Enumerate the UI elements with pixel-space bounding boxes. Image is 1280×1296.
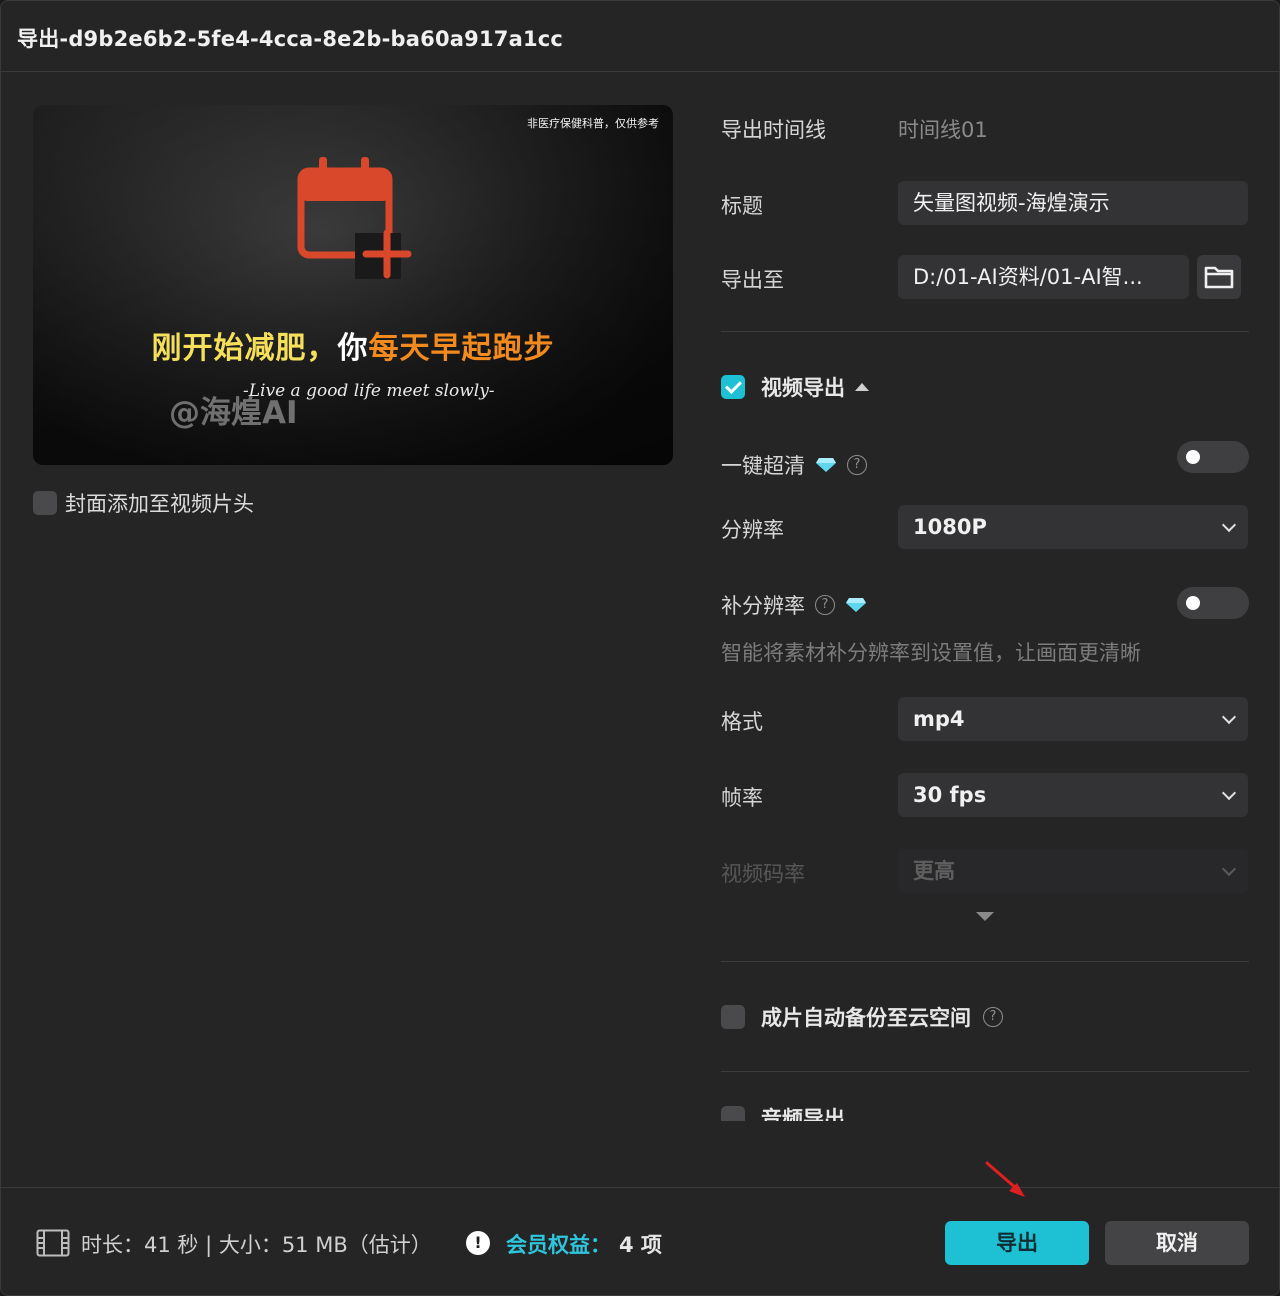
audio-export-checkbox[interactable]: [721, 1106, 745, 1121]
supplement-hint: 智能将素材补分辨率到设置值，让画面更清晰: [721, 641, 1141, 665]
bitrate-value: 更高: [913, 859, 955, 883]
timeline-label: 导出时间线: [721, 118, 826, 142]
timeline-value: 时间线01: [898, 118, 988, 142]
format-value: mp4: [913, 707, 965, 731]
cover-to-intro-option[interactable]: 封面添加至视频片头: [33, 489, 254, 517]
audio-export-label: 音频导出: [761, 1107, 845, 1121]
headline-part-3: 每天早起跑步: [368, 331, 555, 366]
hd-row: 一键超清 ?: [721, 450, 867, 480]
cancel-button[interactable]: 取消: [1105, 1221, 1249, 1265]
vip-label: 会员权益：: [506, 1233, 611, 1257]
diamond-vip-icon: [846, 598, 866, 612]
expand-more-icon[interactable]: [976, 912, 994, 921]
fps-label: 帧率: [721, 786, 763, 810]
title-input[interactable]: 矢量图视频-海煌演示: [898, 181, 1248, 225]
help-icon[interactable]: ?: [983, 1007, 1003, 1027]
folder-icon: [1204, 266, 1234, 289]
format-select[interactable]: mp4: [898, 697, 1248, 741]
video-export-section-header[interactable]: 视频导出: [721, 373, 869, 401]
export-stats: 时长：41 秒 | 大小：51 MB（估计）: [81, 1233, 432, 1257]
resolution-select[interactable]: 1080P: [898, 505, 1248, 549]
title-bar: 导出-d9b2e6b2-5fe4-4cca-8e2b-ba60a917a1cc: [1, 1, 1279, 72]
fps-select[interactable]: 30 fps: [898, 773, 1248, 817]
headline-part-1: 刚开始减肥，: [151, 331, 338, 366]
headline-part-2: 你: [337, 331, 369, 366]
dialog-title: 导出-d9b2e6b2-5fe4-4cca-8e2b-ba60a917a1cc: [17, 27, 564, 51]
export-path-field[interactable]: D:/01-AI资料/01-AI智...: [898, 255, 1189, 299]
format-label: 格式: [721, 710, 763, 734]
red-arrow-annotation: [985, 1161, 1025, 1197]
hd-toggle[interactable]: [1177, 441, 1249, 473]
calendar-add-icon: [297, 157, 412, 279]
resolution-value: 1080P: [913, 515, 987, 539]
export-dialog: 导出-d9b2e6b2-5fe4-4cca-8e2b-ba60a917a1cc …: [0, 0, 1280, 1296]
chevron-down-icon: [1221, 709, 1237, 725]
info-alert-icon[interactable]: !: [466, 1231, 490, 1255]
cloud-backup-label: 成片自动备份至云空间: [761, 1006, 971, 1030]
supplement-label: 补分辨率: [721, 594, 805, 618]
cloud-backup-row[interactable]: 成片自动备份至云空间 ?: [721, 1003, 1003, 1031]
hd-label: 一键超清: [721, 454, 805, 478]
divider: [721, 331, 1249, 332]
browse-folder-button[interactable]: [1197, 255, 1241, 299]
divider: [721, 961, 1249, 962]
preview-subline: -Live a good life meet slowly-: [243, 381, 495, 401]
cloud-backup-checkbox[interactable]: [721, 1005, 745, 1029]
help-icon[interactable]: ?: [815, 595, 835, 615]
video-export-checkbox[interactable]: [721, 375, 745, 399]
help-icon[interactable]: ?: [847, 455, 867, 475]
supplement-row: 补分辨率 ?: [721, 590, 867, 620]
divider: [721, 1071, 1249, 1072]
video-preview: 非医疗保健科普，仅供参考 刚开始减肥，你每天早起跑步 @海煌AI -Live a…: [33, 105, 673, 465]
preview-disclaimer: 非医疗保健科普，仅供参考: [527, 117, 659, 130]
bitrate-label: 视频码率: [721, 862, 805, 886]
chevron-down-icon: [1221, 785, 1237, 801]
export-to-label: 导出至: [721, 268, 784, 292]
diamond-vip-icon: [816, 458, 836, 472]
bitrate-select[interactable]: 更高: [898, 849, 1248, 893]
preview-headline: 刚开始减肥，你每天早起跑步: [33, 323, 673, 367]
video-export-label: 视频导出: [761, 376, 845, 400]
chevron-down-icon: [1221, 517, 1237, 533]
cover-checkbox[interactable]: [33, 491, 57, 515]
title-label: 标题: [721, 194, 763, 218]
vip-benefits[interactable]: 会员权益： 4 项: [506, 1229, 662, 1259]
collapse-caret-icon[interactable]: [855, 383, 869, 391]
resolution-label: 分辨率: [721, 518, 784, 542]
supplement-toggle[interactable]: [1177, 587, 1249, 619]
audio-export-row[interactable]: 音频导出: [721, 1101, 845, 1121]
export-button[interactable]: 导出: [945, 1221, 1089, 1265]
vip-count: 4 项: [619, 1233, 662, 1257]
chevron-down-icon: [1221, 861, 1237, 877]
cover-label: 封面添加至视频片头: [65, 492, 254, 516]
film-strip-icon: [36, 1229, 70, 1257]
fps-value: 30 fps: [913, 783, 987, 807]
